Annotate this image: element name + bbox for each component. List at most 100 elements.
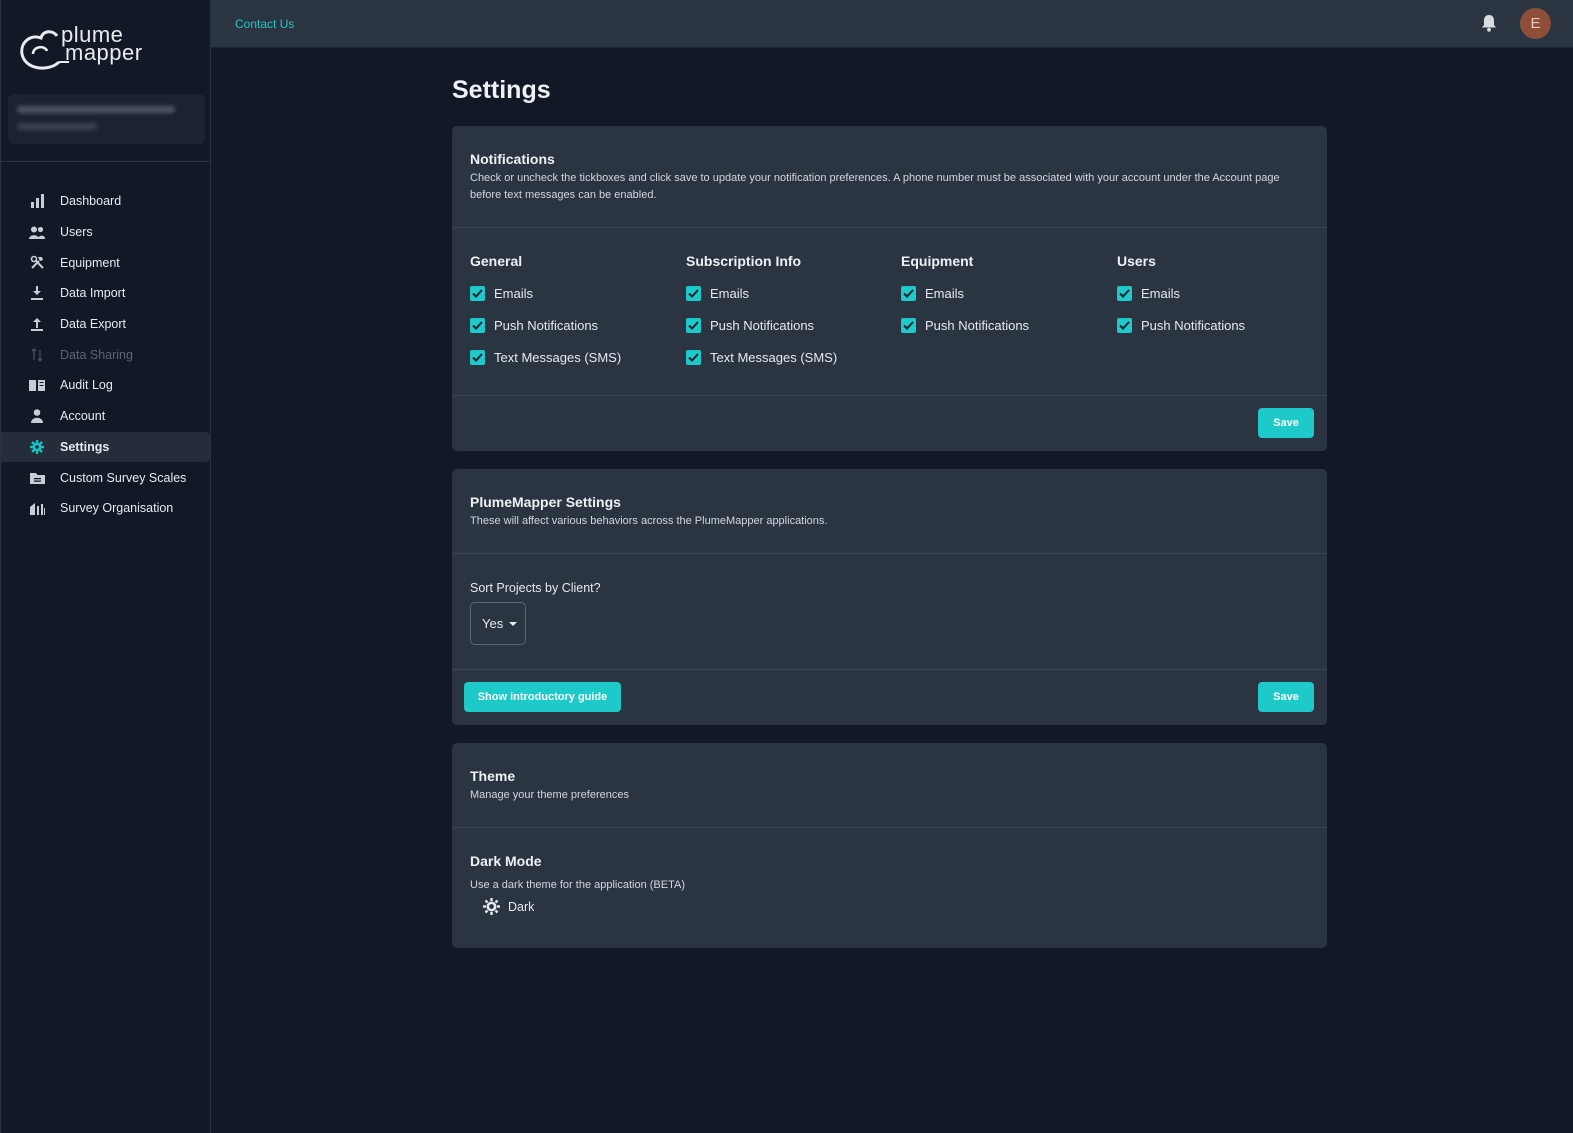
notifications-title: Notifications: [470, 151, 555, 167]
sidebar-item-users[interactable]: Users: [1, 217, 211, 248]
notifications-card: Notifications Check or uncheck the tickb…: [452, 126, 1327, 451]
notifications-save-button[interactable]: Save: [1258, 408, 1314, 438]
subscription-info-column: Subscription Info Emails Push Notificati…: [686, 253, 837, 381]
checkbox-row[interactable]: Emails: [901, 277, 1029, 309]
tools-icon: [29, 255, 45, 271]
checkbox-label: Push Notifications: [494, 317, 599, 333]
top-bar: Contact Us E: [211, 0, 1573, 48]
column-title: Equipment: [901, 253, 974, 269]
checkbox-row[interactable]: Emails: [1117, 277, 1245, 309]
checkbox-row[interactable]: Push Notifications: [901, 309, 1029, 341]
swap-icon: [29, 347, 45, 363]
checkbox-checked[interactable]: [470, 317, 485, 333]
sidebar-item-audit-log[interactable]: Audit Log: [1, 370, 211, 401]
sidebar-nav: Dashboard Users Equipment Data Import Da…: [1, 186, 211, 524]
checkbox-label: Push Notifications: [1141, 317, 1246, 333]
column-title: Subscription Info: [686, 253, 802, 269]
download-icon: [29, 285, 45, 301]
folder-icon: [29, 470, 45, 486]
equipment-column: Equipment Emails Push Notifications: [901, 253, 1029, 349]
sidebar-item-equipment[interactable]: Equipment: [1, 247, 211, 278]
sort-projects-select[interactable]: Yes: [470, 602, 526, 645]
checkbox-row[interactable]: Emails: [686, 277, 837, 309]
checkbox-checked[interactable]: [686, 317, 701, 333]
sidebar-item-dashboard[interactable]: Dashboard: [1, 186, 211, 217]
plumemapper-save-button[interactable]: Save: [1258, 682, 1314, 712]
theme-description: Manage your theme preferences: [470, 789, 629, 801]
checkbox-row[interactable]: Text Messages (SMS): [470, 341, 621, 373]
dark-mode-description: Use a dark theme for the application (BE…: [470, 879, 686, 891]
checkbox-checked[interactable]: [901, 285, 916, 301]
upload-icon: [29, 316, 45, 332]
sidebar-item-settings[interactable]: Settings: [1, 431, 211, 463]
checkbox-label: Push Notifications: [710, 317, 815, 333]
checkbox-row[interactable]: Push Notifications: [470, 309, 621, 341]
checkbox-label: Emails: [710, 285, 750, 301]
checkbox-checked[interactable]: [901, 317, 916, 333]
dark-mode-title: Dark Mode: [470, 853, 542, 869]
dark-mode-value: Dark: [508, 899, 535, 914]
column-title: Users: [1117, 253, 1156, 269]
checkbox-label: Text Messages (SMS): [494, 349, 622, 365]
building-icon: [29, 500, 45, 516]
sidebar-item-label: Users: [60, 225, 93, 240]
checkbox-checked[interactable]: [470, 349, 485, 365]
divider: [452, 395, 1327, 396]
bell-icon[interactable]: [1481, 14, 1497, 32]
sidebar: plume mapper Dashboard Users Equipment D…: [0, 0, 211, 1133]
sidebar-item-label: Data Sharing: [60, 347, 133, 362]
theme-title: Theme: [470, 768, 516, 784]
divider: [452, 553, 1327, 554]
checkbox-checked[interactable]: [686, 349, 701, 365]
logo-text-mapper: mapper: [65, 40, 143, 65]
blurred-email: [17, 106, 175, 113]
users-icon: [29, 224, 45, 240]
sidebar-item-data-export[interactable]: Data Export: [1, 309, 211, 340]
sun-gear-icon: [483, 898, 500, 915]
sort-projects-label: Sort Projects by Client?: [470, 581, 601, 595]
avatar[interactable]: E: [1520, 8, 1551, 39]
checkbox-row[interactable]: Emails: [470, 277, 621, 309]
divider: [1, 161, 211, 162]
sidebar-item-label: Data Import: [60, 286, 126, 301]
gear-icon: [29, 439, 45, 455]
sidebar-item-label: Dashboard: [60, 194, 122, 209]
select-value: Yes: [482, 616, 504, 631]
checkbox-row[interactable]: Push Notifications: [1117, 309, 1245, 341]
checkbox-checked[interactable]: [1117, 317, 1132, 333]
plumemapper-settings-card: PlumeMapper Settings These will affect v…: [452, 469, 1327, 725]
book-icon: [29, 377, 45, 393]
sidebar-item-account[interactable]: Account: [1, 401, 211, 432]
sidebar-item-data-sharing[interactable]: Data Sharing: [1, 339, 211, 370]
page-title: Settings: [452, 76, 551, 104]
checkbox-label: Emails: [494, 285, 534, 301]
sidebar-item-label: Settings: [60, 439, 110, 454]
checkbox-label: Text Messages (SMS): [710, 349, 838, 365]
checkbox-label: Push Notifications: [925, 317, 1030, 333]
divider: [452, 227, 1327, 228]
checkbox-label: Emails: [1141, 285, 1181, 301]
notifications-description: Check or uncheck the tickboxes and click…: [470, 172, 1280, 201]
sidebar-item-label: Equipment: [60, 255, 120, 270]
divider: [452, 827, 1327, 828]
checkbox-checked[interactable]: [686, 285, 701, 301]
plumemapper-settings-description: These will affect various behaviors acro…: [470, 515, 828, 527]
theme-card: Theme Manage your theme preferences Dark…: [452, 743, 1327, 948]
sidebar-item-data-import[interactable]: Data Import: [1, 278, 211, 309]
sidebar-item-label: Custom Survey Scales: [60, 470, 187, 485]
checkbox-row[interactable]: Push Notifications: [686, 309, 837, 341]
sidebar-item-custom-survey-scales[interactable]: Custom Survey Scales: [1, 462, 211, 493]
caret-down-icon: [509, 621, 518, 626]
checkbox-label: Emails: [925, 285, 965, 301]
checkbox-row[interactable]: Text Messages (SMS): [686, 341, 837, 373]
plumemapper-settings-title: PlumeMapper Settings: [470, 494, 621, 510]
sidebar-item-survey-organisation[interactable]: Survey Organisation: [1, 493, 211, 524]
user-account-card[interactable]: [8, 94, 205, 144]
show-introductory-guide-button[interactable]: Show introductory guide: [464, 682, 621, 712]
plumemapper-logo[interactable]: plume mapper: [19, 18, 159, 74]
contact-us-link[interactable]: Contact Us: [235, 17, 294, 31]
checkbox-checked[interactable]: [470, 285, 485, 301]
sidebar-item-label: Data Export: [60, 317, 127, 332]
checkbox-checked[interactable]: [1117, 285, 1132, 301]
dark-mode-toggle[interactable]: Dark: [483, 898, 534, 915]
